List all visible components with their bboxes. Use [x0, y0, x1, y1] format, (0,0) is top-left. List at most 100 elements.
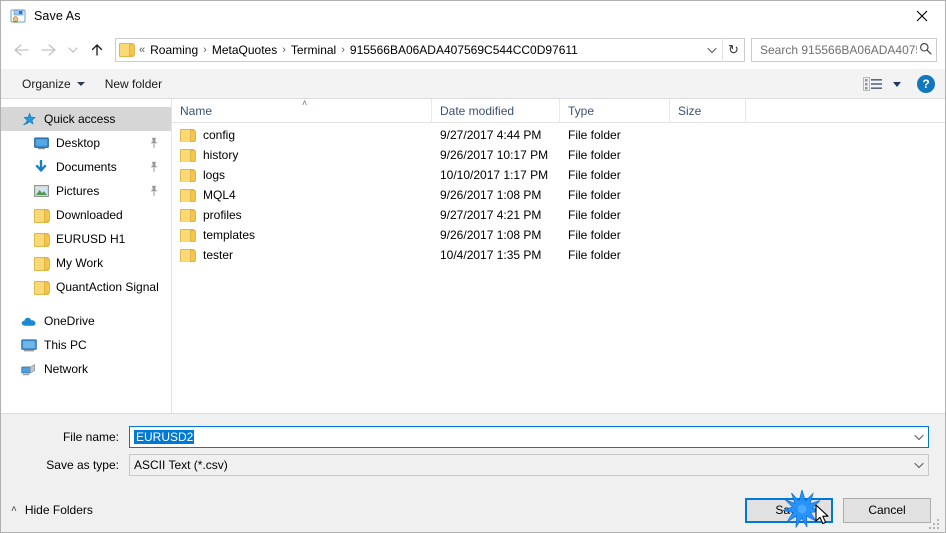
file-name-cell: MQL4 — [172, 188, 432, 202]
sidebar-item-pictures[interactable]: Pictures — [1, 179, 171, 203]
chevron-down-icon[interactable] — [893, 81, 901, 87]
help-label: ? — [922, 77, 930, 91]
sidebar-item-downloaded[interactable]: Downloaded — [1, 203, 171, 227]
chevron-down-icon[interactable] — [702, 39, 722, 61]
forward-button[interactable] — [35, 36, 63, 64]
sidebar-item-desktop[interactable]: Desktop — [1, 131, 171, 155]
table-row[interactable]: profiles 9/27/2017 4:21 PM File folder — [172, 205, 945, 225]
folder-icon — [180, 129, 196, 142]
folder-icon — [180, 169, 196, 182]
organize-button[interactable]: Organize — [15, 74, 92, 94]
hide-folders-button[interactable]: ˄ Hide Folders — [11, 503, 93, 517]
save-as-icon — [10, 8, 26, 24]
search-icon — [919, 42, 932, 58]
sidebar-item-this-pc[interactable]: This PC — [1, 333, 171, 357]
cancel-label: Cancel — [868, 503, 906, 517]
chevron-down-icon[interactable] — [910, 434, 928, 441]
table-row[interactable]: logs 10/10/2017 1:17 PM File folder — [172, 165, 945, 185]
up-button[interactable] — [83, 36, 111, 64]
save-button[interactable]: Save — [745, 497, 833, 523]
chevron-up-icon: ˄ — [11, 504, 17, 515]
list-view-icon[interactable] — [863, 76, 885, 92]
hide-folders-label: Hide Folders — [24, 503, 93, 517]
network-icon — [21, 361, 37, 377]
breadcrumb-item-terminal[interactable]: Terminal — [287, 42, 340, 58]
search-input[interactable] — [758, 42, 919, 58]
save-as-type-select[interactable]: ASCII Text (*.csv) — [129, 454, 929, 476]
back-button[interactable] — [7, 36, 35, 64]
file-rows: config 9/27/2017 4:44 PM File folder his… — [172, 123, 945, 413]
save-as-type-row: Save as type: ASCII Text (*.csv) — [17, 454, 929, 476]
new-folder-button[interactable]: New folder — [98, 74, 169, 94]
save-as-type-value: ASCII Text (*.csv) — [134, 458, 228, 472]
table-row[interactable]: history 9/26/2017 10:17 PM File folder — [172, 145, 945, 165]
pin-icon[interactable] — [149, 161, 159, 173]
navigation-pane: Quick access Desktop Documents Pictures … — [1, 99, 172, 413]
sidebar-item-documents[interactable]: Documents — [1, 155, 171, 179]
pin-icon[interactable] — [149, 137, 159, 149]
table-row[interactable]: MQL4 9/26/2017 1:08 PM File folder — [172, 185, 945, 205]
folder-icon — [33, 231, 50, 247]
file-type: File folder — [568, 188, 621, 202]
search-box[interactable] — [751, 38, 937, 62]
column-headers: Name ˄ Date modified Type Size — [172, 99, 945, 123]
sort-ascending-icon: ˄ — [302, 98, 308, 108]
address-bar[interactable]: « Roaming › MetaQuotes › Terminal › 9155… — [115, 38, 745, 62]
column-header-size[interactable]: Size — [670, 99, 746, 123]
sidebar-item-eurusd-h1[interactable]: EURUSD H1 — [1, 227, 171, 251]
folder-icon — [33, 279, 50, 295]
folder-icon — [180, 209, 196, 222]
breadcrumb: « Roaming › MetaQuotes › Terminal › 9155… — [138, 42, 702, 58]
dialog-footer: ˄ Hide Folders Save Cancel — [1, 488, 945, 532]
pin-icon[interactable] — [149, 185, 159, 197]
file-type: File folder — [568, 208, 621, 222]
sidebar-item-label: OneDrive — [44, 314, 95, 328]
column-header-type[interactable]: Type — [560, 99, 670, 123]
file-name: templates — [203, 228, 256, 242]
sidebar-item-quick-access[interactable]: Quick access — [1, 107, 171, 131]
star-pin-icon — [21, 111, 37, 127]
cancel-button[interactable]: Cancel — [843, 497, 931, 523]
sidebar-item-label: My Work — [56, 256, 104, 270]
breadcrumb-item-terminal-id[interactable]: 915566BA06ADA407569C544CC0D97611 — [346, 42, 582, 58]
column-header-date-modified[interactable]: Date modified — [432, 99, 560, 123]
file-date: 9/27/2017 4:44 PM — [440, 128, 542, 142]
window-title: Save As — [34, 9, 81, 23]
column-header-name[interactable]: Name ˄ — [172, 99, 432, 123]
file-type: File folder — [568, 228, 621, 242]
file-type: File folder — [568, 248, 621, 262]
resize-grip[interactable] — [929, 517, 941, 529]
file-name: profiles — [203, 208, 242, 222]
column-header-label: Size — [678, 104, 702, 118]
table-row[interactable]: templates 9/26/2017 1:08 PM File folder — [172, 225, 945, 245]
file-name: MQL4 — [203, 188, 236, 202]
sidebar-item-onedrive[interactable]: OneDrive — [1, 309, 171, 333]
sidebar-item-quantaction-signal[interactable]: QuantAction Signal — [1, 275, 171, 299]
refresh-icon[interactable]: ↻ — [722, 38, 744, 62]
chevron-down-icon[interactable] — [910, 462, 928, 469]
breadcrumb-item-metaquotes[interactable]: MetaQuotes — [208, 42, 281, 58]
help-icon[interactable]: ? — [917, 75, 935, 93]
column-header-label: Name — [180, 104, 213, 118]
sidebar-item-label: QuantAction Signal — [56, 280, 159, 294]
save-label: Save — [775, 503, 803, 517]
breadcrumb-overflow[interactable]: « — [138, 44, 146, 56]
file-name-cell: logs — [172, 168, 432, 182]
sidebar-item-network[interactable]: Network — [1, 357, 171, 381]
file-name: history — [203, 148, 239, 162]
file-date: 9/26/2017 1:08 PM — [440, 188, 542, 202]
file-name-cell: templates — [172, 228, 432, 242]
breadcrumb-item-roaming[interactable]: Roaming — [146, 42, 202, 58]
file-name-value[interactable]: EURUSD2 — [134, 430, 195, 444]
recent-locations-button[interactable] — [63, 36, 83, 64]
table-row[interactable]: tester 10/4/2017 1:35 PM File folder — [172, 245, 945, 265]
table-row[interactable]: config 9/27/2017 4:44 PM File folder — [172, 125, 945, 145]
sidebar-item-my-work[interactable]: My Work — [1, 251, 171, 275]
column-header-filler — [746, 99, 945, 123]
folder-icon — [180, 189, 196, 202]
column-header-label: Date modified — [440, 104, 515, 118]
file-name-field[interactable]: EURUSD2 — [129, 426, 929, 448]
file-name-label: File name: — [62, 430, 119, 444]
close-button[interactable] — [899, 1, 945, 31]
